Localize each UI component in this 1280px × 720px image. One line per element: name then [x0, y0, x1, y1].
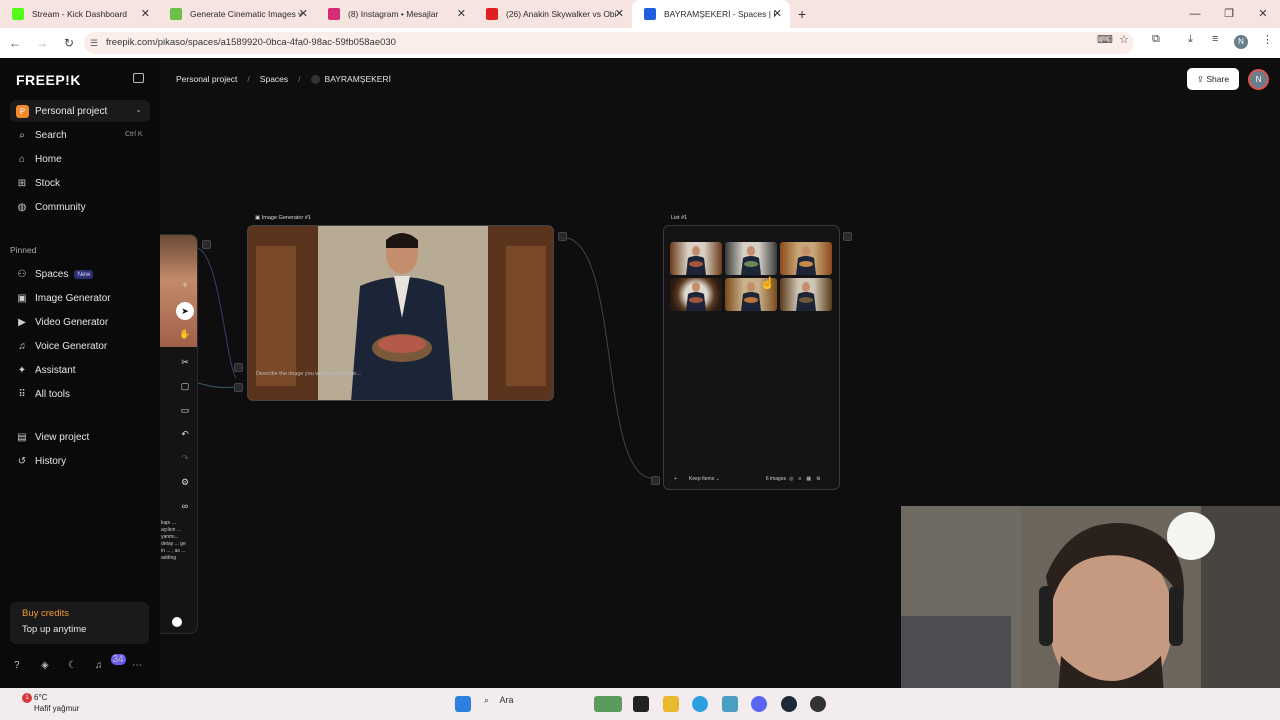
menu-kebab-icon[interactable]: ⋮	[1262, 33, 1273, 46]
youtube-favicon-icon	[486, 8, 498, 20]
list-footer: + Keep Items ⌄ 6 images ◎ ≡ ▦ ⚙	[672, 476, 832, 482]
instagram-favicon-icon	[328, 8, 340, 20]
check-icon[interactable]: ◎	[789, 476, 793, 482]
browser-tab-active[interactable]: BAYRAMŞEKERİ - Spaces | Freep ✕	[632, 0, 790, 28]
image-grid	[670, 242, 832, 311]
app-icon[interactable]	[722, 696, 738, 712]
node-input-port-icon[interactable]	[234, 383, 243, 392]
list-item[interactable]	[780, 242, 832, 275]
url-text: freepik.com/pikaso/spaces/a1589920-0bca-…	[106, 37, 396, 48]
browser-tab[interactable]: (26) Anakin Skywalker vs Obi W ✕	[474, 0, 632, 28]
image-node-label: ▣ Image Generator #1	[255, 215, 311, 221]
tab-label: Stream - Kick Dashboard	[32, 9, 127, 19]
url-field[interactable]: ☰ freepik.com/pikaso/spaces/a1589920-0bc…	[84, 32, 1134, 54]
keep-items-label: Keep Items	[688, 476, 715, 482]
profile-avatar[interactable]: N	[1234, 35, 1248, 49]
obs-icon[interactable]	[810, 696, 826, 712]
freepik-favicon-icon	[644, 8, 656, 20]
extensions-icon[interactable]: ⧉	[1152, 33, 1160, 46]
site-info-icon[interactable]: ☰	[90, 32, 98, 54]
close-icon[interactable]: ✕	[141, 7, 150, 20]
list-item[interactable]	[725, 242, 777, 275]
image-node-icon: ▣	[255, 215, 262, 221]
os-taskbar: 1 6°C Hafif yağmur ⌕ Ara	[0, 688, 1280, 720]
close-window-icon[interactable]: ✕	[1246, 0, 1280, 28]
bookmark-star-icon[interactable]: ☆	[1119, 33, 1129, 46]
back-icon[interactable]: ←	[3, 36, 27, 50]
node-input-port-icon[interactable]	[651, 476, 660, 485]
settings-gear-icon[interactable]: ⚙	[816, 476, 820, 482]
kick-favicon-icon	[12, 8, 24, 20]
weather-description: Hafif yağmur	[34, 704, 80, 713]
image-generator-node[interactable]: Describe the image you want to generate.…	[247, 225, 554, 401]
file-explorer-icon[interactable]	[663, 696, 679, 712]
window-controls: — ❐ ✕	[1178, 0, 1280, 28]
taskbar-search[interactable]: ⌕ Ara	[484, 695, 514, 706]
browser-tab-bar: Stream - Kick Dashboard ✕ Generate Cinem…	[0, 0, 1280, 28]
list-node[interactable]: + Keep Items ⌄ 6 images ◎ ≡ ▦ ⚙	[663, 225, 840, 490]
chrome-icon[interactable]	[692, 696, 708, 712]
steam-icon[interactable]	[781, 696, 797, 712]
tab-label: Generate Cinematic Images wit	[190, 9, 302, 19]
image-count: 6 images	[765, 476, 787, 482]
new-tab-button[interactable]: +	[798, 6, 806, 22]
freepik-favicon-icon	[170, 8, 182, 20]
tab-label: BAYRAMŞEKERİ - Spaces | Freep	[664, 9, 776, 19]
forward-icon[interactable]: →	[30, 36, 54, 50]
translate-icon[interactable]: ⌨	[1097, 33, 1113, 46]
taskbar-search-label: Ara	[499, 695, 514, 705]
keep-items-dropdown[interactable]: Keep Items ⌄	[689, 476, 720, 482]
node-output-port-icon[interactable]	[558, 232, 567, 241]
discord-icon[interactable]	[751, 696, 767, 712]
thumbnail-image	[686, 282, 706, 311]
weather-temperature: 6°C	[34, 693, 48, 702]
image-node-title: Image Generator #1	[261, 215, 311, 221]
node-input-port-icon[interactable]	[234, 363, 243, 372]
weather-alert-badge: 1	[22, 693, 32, 703]
thumbnail-image	[686, 246, 706, 275]
browser-tab[interactable]: Stream - Kick Dashboard ✕	[0, 0, 158, 28]
node-output-port-icon[interactable]	[843, 232, 852, 241]
tab-label: (26) Anakin Skywalker vs Obi W	[506, 9, 618, 19]
close-icon[interactable]: ✕	[457, 7, 466, 20]
task-view-icon[interactable]	[633, 696, 649, 712]
list-node-label: List #1	[671, 215, 688, 221]
thumbnail-image	[741, 246, 761, 275]
search-icon: ⌕	[484, 695, 492, 705]
tab-label: (8) Instagram • Mesajlar	[348, 9, 439, 19]
address-bar: ← → ↻ ☰ freepik.com/pikaso/spaces/a15899…	[0, 28, 1280, 58]
weather-widget[interactable]: 1 6°C Hafif yağmur	[12, 693, 79, 713]
add-icon[interactable]: +	[674, 476, 677, 482]
thumbnail-image	[796, 246, 816, 275]
close-icon[interactable]: ✕	[773, 7, 782, 20]
mouse-cursor-icon: ☝	[760, 276, 775, 290]
reload-icon[interactable]: ↻	[57, 36, 81, 50]
windows-start-icon[interactable]	[455, 696, 471, 712]
prompt-input[interactable]: Describe the image you want to generate.…	[256, 371, 361, 377]
list-item[interactable]	[670, 242, 722, 275]
close-icon[interactable]: ✕	[615, 7, 624, 20]
widget-icon[interactable]	[594, 696, 622, 712]
list-item[interactable]	[670, 278, 722, 311]
thumbnail-image	[796, 282, 816, 311]
close-icon[interactable]: ✕	[299, 7, 308, 20]
browser-tab[interactable]: (8) Instagram • Mesajlar ✕	[316, 0, 474, 28]
reading-list-icon[interactable]: ≡	[1212, 33, 1218, 45]
minimize-icon[interactable]: —	[1178, 0, 1212, 28]
list-item[interactable]	[780, 278, 832, 311]
downloads-icon[interactable]: ⤓	[1188, 33, 1193, 46]
list-view-icon[interactable]: ≡	[798, 476, 801, 482]
grid-view-icon[interactable]: ▦	[806, 476, 811, 482]
browser-tab[interactable]: Generate Cinematic Images wit ✕	[158, 0, 316, 28]
maximize-icon[interactable]: ❐	[1212, 0, 1246, 28]
